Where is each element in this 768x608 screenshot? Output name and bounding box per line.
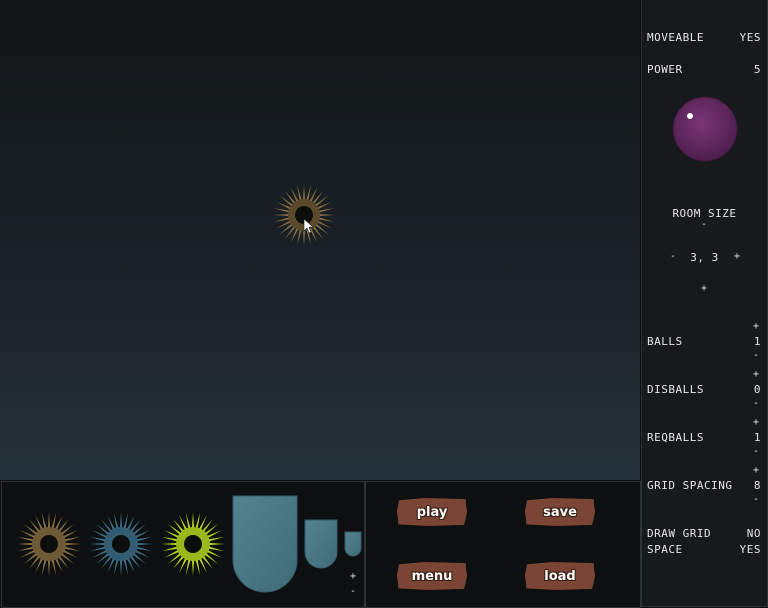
- load-button-label: load: [544, 568, 576, 584]
- power-label: POWER: [647, 63, 683, 76]
- moveable-value[interactable]: YES: [740, 31, 761, 44]
- balls-minus[interactable]: -: [753, 351, 759, 361]
- menu-button-label: menu: [411, 568, 453, 584]
- disballs-minus[interactable]: -: [753, 399, 759, 409]
- level-canvas[interactable]: [0, 0, 640, 480]
- palette-wall-tile-large[interactable]: [232, 495, 298, 593]
- palette-spiky-ball-blue[interactable]: [89, 512, 153, 576]
- properties-panel: MOVEABLE YES POWER 5 ROOM SIZE - - 3, 3 …: [641, 0, 768, 607]
- room-size-value: 3, 3: [690, 251, 719, 264]
- palette-scale-plus[interactable]: +: [350, 572, 356, 582]
- moveable-label: MOVEABLE: [647, 31, 704, 44]
- palette-wall-tile-small[interactable]: [344, 531, 362, 557]
- menu-button[interactable]: menu: [397, 562, 467, 590]
- balls-label: BALLS: [647, 335, 683, 348]
- reqballs-plus[interactable]: +: [753, 418, 759, 428]
- palette-spiky-ball-brown[interactable]: [17, 512, 81, 576]
- disballs-value: 0: [753, 383, 761, 396]
- save-button[interactable]: save: [525, 498, 595, 526]
- object-palette: + -: [1, 481, 365, 608]
- grid-spacing-label: GRID SPACING: [647, 479, 733, 492]
- reqballs-value: 1: [753, 431, 761, 444]
- draw-grid-label: DRAW GRID: [647, 527, 712, 540]
- reqballs-minus[interactable]: -: [753, 447, 759, 457]
- balls-plus[interactable]: +: [753, 322, 759, 332]
- disballs-plus[interactable]: +: [753, 370, 759, 380]
- grid-spacing-minus[interactable]: -: [753, 495, 759, 505]
- room-size-top-minus[interactable]: -: [701, 220, 707, 230]
- disballs-label: DISBALLS: [647, 383, 704, 396]
- palette-scale-minus[interactable]: -: [350, 587, 356, 597]
- play-button[interactable]: play: [397, 498, 467, 526]
- placed-spiky-ball[interactable]: [273, 184, 335, 246]
- power-orb-icon[interactable]: [672, 96, 738, 162]
- space-label: SPACE: [647, 543, 683, 556]
- palette-spiky-ball-lime[interactable]: [161, 512, 225, 576]
- play-button-label: play: [416, 504, 448, 520]
- power-value[interactable]: 5: [754, 63, 761, 76]
- room-size-plus[interactable]: +: [734, 252, 740, 262]
- grid-spacing-value: 8: [753, 479, 761, 492]
- room-size-bottom-plus[interactable]: +: [701, 284, 707, 294]
- grid-spacing-plus[interactable]: +: [753, 466, 759, 476]
- load-button[interactable]: load: [525, 562, 595, 590]
- space-value[interactable]: YES: [740, 543, 761, 556]
- action-buttons-panel: play save menu load: [365, 481, 641, 608]
- draw-grid-value[interactable]: NO: [747, 527, 761, 540]
- balls-value: 1: [753, 335, 761, 348]
- save-button-label: save: [543, 504, 577, 520]
- reqballs-label: REQBALLS: [647, 431, 704, 444]
- palette-wall-tile-medium[interactable]: [304, 519, 338, 569]
